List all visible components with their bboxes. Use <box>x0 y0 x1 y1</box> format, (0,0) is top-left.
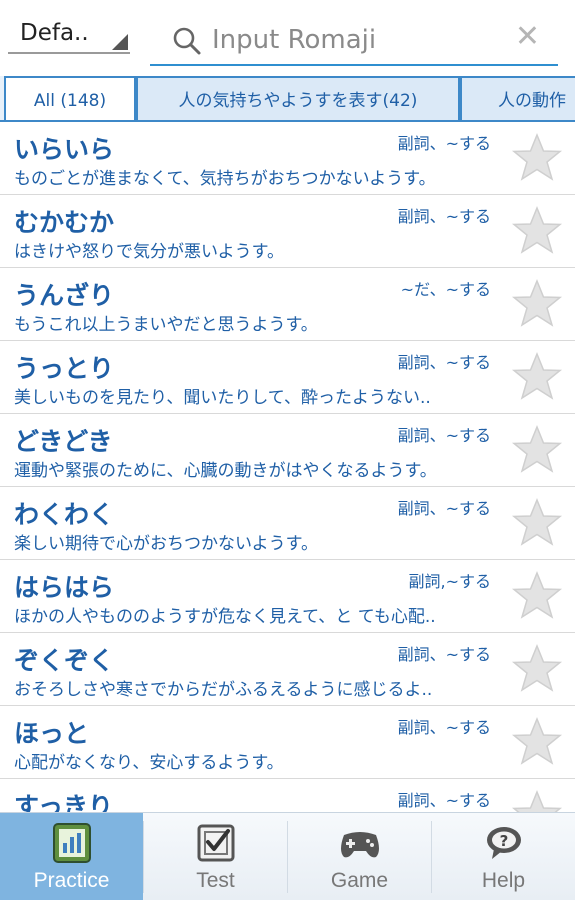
word-title: ぞくぞく <box>14 646 115 675</box>
category-tabs: All (148) 人の気持ちやようすを表す(42) 人の動作 <box>0 76 575 122</box>
favorite-star-icon[interactable] <box>511 716 563 768</box>
list-item[interactable]: どきどき 副詞、~する 運動や緊張のために、心臓の動きがはやくなるようす。 <box>0 414 575 487</box>
gamepad-icon <box>340 832 379 858</box>
part-of-speech: 副詞、~する <box>397 718 491 737</box>
word-title: どきどき <box>14 427 113 456</box>
word-title: うっとり <box>14 354 115 383</box>
list-item[interactable]: わくわく 副詞、~する 楽しい期待で心がおちつかないようす。 <box>0 487 575 560</box>
top-bar: Defa.. ✕ <box>0 0 575 76</box>
list-item[interactable]: むかむか 副詞、~する はきけや怒りで気分が悪いようす。 <box>0 195 575 268</box>
word-list: いらいら 副詞、~する ものごとが進まなくて、気持ちがおちつかないようす。 むか… <box>0 122 575 812</box>
sort-dropdown-label: Defa.. <box>20 20 89 46</box>
favorite-star-icon[interactable] <box>511 643 563 695</box>
list-item[interactable]: うんざり ~だ、~する もうこれ以上うまいやだと思うようす。 <box>0 268 575 341</box>
word-title: ほっと <box>14 719 90 748</box>
favorite-star-icon[interactable] <box>511 132 563 184</box>
word-description: おそろしさや寒さでからだがふるえるように感じるよ.. <box>14 680 433 700</box>
tab-all[interactable]: All (148) <box>4 76 136 120</box>
test-checkbox-icon <box>197 824 234 862</box>
part-of-speech: 副詞、~する <box>397 426 491 445</box>
part-of-speech: ~だ、~する <box>400 280 491 299</box>
word-description: 心配がなくなり、安心するようす。 <box>14 753 284 773</box>
nav-game-label: Game <box>330 869 389 892</box>
part-of-speech: 副詞、~する <box>397 791 491 810</box>
dropdown-caret-icon <box>112 34 128 50</box>
clear-icon[interactable]: ✕ <box>515 22 540 52</box>
part-of-speech: 副詞、~する <box>397 353 491 372</box>
part-of-speech: 副詞、~する <box>397 645 491 664</box>
list-item[interactable]: はらはら 副詞,~する ほかの人やもののようすが危なく見えて、と ても心配.. <box>0 560 575 633</box>
nav-practice-label: Practice <box>33 869 110 892</box>
word-description: 美しいものを見たり、聞いたりして、酔ったようない.. <box>14 388 431 408</box>
part-of-speech: 副詞、~する <box>397 499 491 518</box>
word-description: ものごとが進まなくて、気持ちがおちつかないようす。 <box>14 169 436 189</box>
help-question-icon: ? <box>486 827 521 859</box>
word-title: はらはら <box>14 573 115 602</box>
part-of-speech: 副詞,~する <box>408 572 492 591</box>
favorite-star-icon[interactable] <box>511 278 563 330</box>
search-input[interactable] <box>212 20 512 60</box>
word-title: いらいら <box>14 135 115 164</box>
bottom-navigation: Practice Test Game ? Help <box>0 812 575 900</box>
nav-help[interactable]: ? Help <box>432 813 575 900</box>
word-description: はきけや怒りで気分が悪いようす。 <box>14 242 284 262</box>
list-item[interactable]: いらいら 副詞、~する ものごとが進まなくて、気持ちがおちつかないようす。 <box>0 122 575 195</box>
nav-test-label: Test <box>196 869 235 892</box>
favorite-star-icon[interactable] <box>511 789 563 812</box>
tab-actions[interactable]: 人の動作 <box>460 76 575 120</box>
svg-text:?: ? <box>499 832 508 850</box>
search-box: ✕ <box>150 16 558 66</box>
favorite-star-icon[interactable] <box>511 351 563 403</box>
nav-test[interactable]: Test <box>144 813 287 900</box>
favorite-star-icon[interactable] <box>511 570 563 622</box>
part-of-speech: 副詞、~する <box>397 207 491 226</box>
list-item[interactable]: ぞくぞく 副詞、~する おそろしさや寒さでからだがふるえるように感じるよ.. <box>0 633 575 706</box>
word-description: ほかの人やもののようすが危なく見えて、と ても心配.. <box>14 607 436 627</box>
search-icon <box>173 27 201 55</box>
favorite-star-icon[interactable] <box>511 205 563 257</box>
word-title: すっきり <box>14 792 114 812</box>
sort-dropdown[interactable]: Defa.. <box>8 14 130 54</box>
practice-chart-icon <box>52 823 91 863</box>
nav-game[interactable]: Game <box>288 813 431 900</box>
favorite-star-icon[interactable] <box>511 497 563 549</box>
favorite-star-icon[interactable] <box>511 424 563 476</box>
nav-help-label: Help <box>481 869 526 892</box>
word-title: むかむか <box>14 208 115 237</box>
list-item[interactable]: うっとり 副詞、~する 美しいものを見たり、聞いたりして、酔ったようない.. <box>0 341 575 414</box>
nav-practice[interactable]: Practice <box>0 813 143 900</box>
word-description: 楽しい期待で心がおちつかないようす。 <box>14 534 318 554</box>
word-description: 運動や緊張のために、心臓の動きがはやくなるようす。 <box>14 461 437 481</box>
word-description: もうこれ以上うまいやだと思うようす。 <box>14 315 318 335</box>
list-item[interactable]: ほっと 副詞、~する 心配がなくなり、安心するようす。 <box>0 706 575 779</box>
list-item[interactable]: すっきり 副詞、~する <box>0 779 575 812</box>
tab-feelings[interactable]: 人の気持ちやようすを表す(42) <box>136 76 460 120</box>
part-of-speech: 副詞、~する <box>397 134 491 153</box>
word-title: うんざり <box>14 281 115 310</box>
word-title: わくわく <box>14 500 115 529</box>
